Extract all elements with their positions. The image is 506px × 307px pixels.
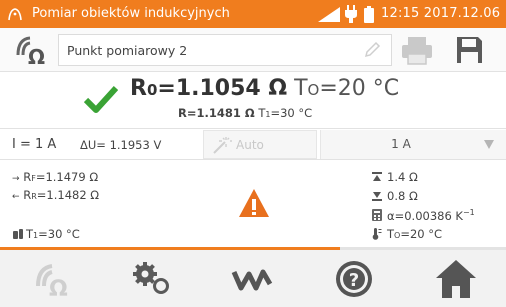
save-icon[interactable] [449, 34, 489, 66]
to-value: =20 °C [400, 227, 443, 241]
temp-subscript: O [307, 81, 320, 99]
reverse-arrow-icon: ← [12, 192, 20, 202]
rr-value: =1.1482 Ω [36, 188, 100, 202]
ohm-meter-nav-icon[interactable]: Ω [28, 258, 76, 300]
upper-limit: 1.4 Ω [387, 170, 418, 184]
measurement-point-label: Punkt pomiarowy 2 [67, 43, 188, 58]
dropdown-arrow-icon [484, 140, 494, 149]
warning-icon [239, 189, 269, 217]
meter-logo-icon [8, 8, 22, 21]
signal-icon [318, 7, 340, 22]
alpha-exponent: −1 [462, 208, 475, 217]
temperature-sensor-icon [13, 229, 23, 239]
current-range-select[interactable]: 1 A [320, 130, 506, 159]
rr-symbol: R [23, 188, 32, 202]
svg-text:Ω: Ω [28, 45, 45, 67]
clock: 12:15 2017.12.06 [381, 6, 501, 21]
ohm-meter-icon: Ω [16, 36, 45, 67]
main-value: =1.1054 Ω [157, 76, 288, 101]
battery-icon [364, 6, 374, 23]
rf-value: =1.1479 Ω [35, 170, 99, 184]
calculator-icon [372, 209, 382, 221]
auto-wand-icon [213, 137, 232, 154]
upper-limit-icon [372, 172, 382, 181]
checkmark-icon [84, 85, 118, 113]
bottom-navigation: Ω ? [0, 250, 506, 307]
reference-temperature: TO=20 °C [387, 227, 442, 241]
status-bar: Pomiar obiektów indukcyjnych 12:15 2017.… [0, 0, 506, 28]
measurement-point-field[interactable]: Punkt pomiarowy 2 [58, 34, 392, 66]
main-result: R0=1.1054 Ω TO=20 °C [130, 75, 399, 104]
pencil-icon[interactable] [363, 41, 381, 59]
reverse-resistance: ← RR=1.1482 Ω [12, 188, 99, 202]
main-symbol: R [130, 76, 147, 101]
lower-limit: 0.8 Ω [387, 189, 418, 203]
details-panel: → RF=1.1479 Ω ← RR =1.1482 Ω T1=30 °C 1.4… [0, 162, 506, 248]
measured-temperature: T1=30 °C [26, 227, 80, 241]
window-title: Pomiar obiektów indukcyjnych [32, 6, 230, 21]
result-panel: R0=1.1054 Ω TO=20 °C R=1.1481 Ω T1=30 °C [0, 72, 506, 126]
secondary-temp-value: =30 °C [270, 106, 313, 120]
parameter-row: I = 1 A ΔU= 1.1953 V Auto 1 A [0, 128, 506, 160]
waveform-icon[interactable] [228, 258, 276, 300]
temperature-coefficient: α=0.00386 K−1 [387, 208, 475, 223]
auto-button[interactable]: Auto [203, 130, 317, 159]
svg-text:?: ? [349, 270, 359, 291]
auto-label: Auto [236, 138, 264, 152]
temp-value: =20 °C [319, 76, 400, 101]
forward-resistance: → RF=1.1479 Ω [12, 170, 98, 184]
home-icon[interactable] [432, 258, 480, 300]
printer-icon[interactable] [397, 34, 437, 66]
to-symbol: T [387, 227, 395, 241]
t1-value: =30 °C [38, 227, 80, 241]
thermometer-icon [372, 228, 382, 240]
help-icon[interactable]: ? [330, 258, 378, 300]
voltage-drop: ΔU= 1.1953 V [80, 138, 162, 152]
t1-symbol: T [26, 227, 34, 241]
svg-text:Ω: Ω [49, 277, 68, 300]
secondary-value: R=1.1481 Ω [178, 106, 255, 120]
power-plug-icon [345, 5, 357, 23]
temp-symbol: T [294, 76, 308, 101]
rf-symbol: R [23, 170, 32, 184]
lower-limit-icon [372, 192, 382, 201]
secondary-result: R=1.1481 Ω T1=30 °C [178, 106, 312, 120]
measurement-point-row: Ω Punkt pomiarowy 2 [0, 28, 506, 72]
alpha-value: α=0.00386 K [387, 208, 463, 223]
main-subscript: 0 [146, 81, 158, 99]
current-range-value: 1 A [391, 137, 411, 151]
forward-arrow-icon: → [12, 174, 20, 184]
settings-icon[interactable] [128, 258, 176, 300]
current-value: I = 1 A [12, 137, 57, 152]
